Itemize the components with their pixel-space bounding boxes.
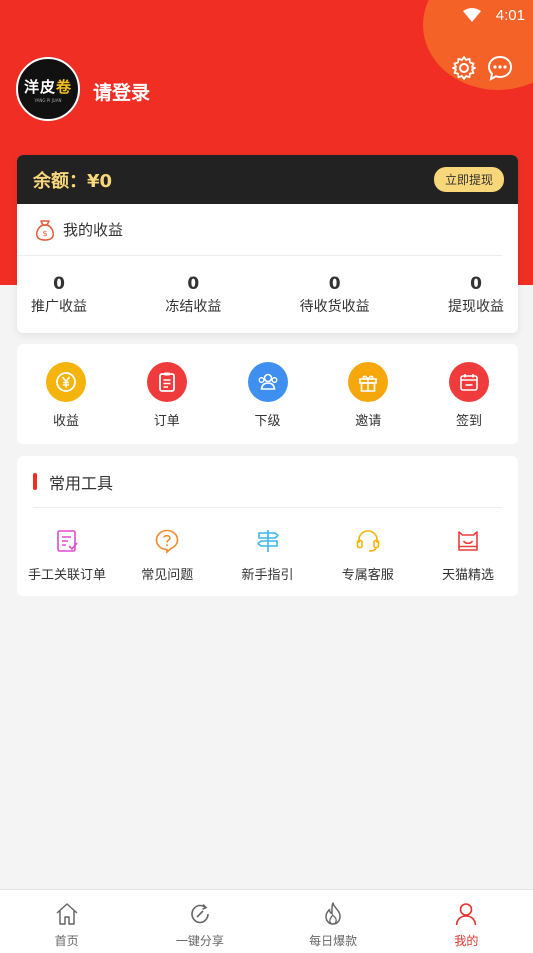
status-time: 4:01 [495,7,525,24]
stat-promotion[interactable]: 0 推广收益 [31,274,87,316]
tab-label: 每日爆款 [309,934,358,948]
quick-item-label: 收益 [52,414,79,429]
yen-coin-icon [46,362,86,402]
tab-label: 一键分享 [175,934,224,948]
question-bubble-icon [155,529,179,554]
quick-item-subordinates[interactable]: 下级 [233,362,303,444]
stat-value: 0 [328,274,341,294]
bottom-tab-bar: 首页 一键分享 每日爆款 我的 [0,889,533,953]
home-icon [56,903,78,925]
tool-link-order[interactable]: 手工关联订单 [17,528,117,583]
status-bar: 4:01 [0,0,533,32]
svg-text:$: $ [42,229,47,238]
quick-item-invite[interactable]: 邀请 [333,362,403,444]
avatar-logo-sub: YANG PI JUAN [34,97,62,103]
quick-item-label: 签到 [455,414,482,429]
quick-item-label: 订单 [153,414,180,429]
stat-value: 0 [470,274,482,294]
stat-pending-receipt[interactable]: 0 待收货收益 [300,274,370,316]
stat-label: 冻结收益 [165,299,222,315]
tab-home[interactable]: 首页 [0,890,133,953]
tools-title: 常用工具 [49,473,114,493]
gift-icon [348,362,389,402]
tool-customer-service[interactable]: 专属客服 [318,528,418,583]
tool-tmall-selection[interactable]: 天猫精选 [418,528,518,583]
tab-daily-hot[interactable]: 每日爆款 [267,890,400,953]
earnings-stats: 0 推广收益 0 冻结收益 0 待收货收益 0 提现收益 [17,256,518,316]
section-accent-bar [33,473,37,490]
quick-item-checkin[interactable]: 签到 [434,362,504,444]
share-icon [191,903,209,924]
tool-beginner-guide[interactable]: 新手指引 [218,528,318,583]
tool-label: 手工关联订单 [27,568,106,583]
balance-amount: 余额：¥0 [33,170,113,192]
tab-mine[interactable]: 我的 [400,890,533,953]
wifi-icon [463,8,481,22]
stat-frozen[interactable]: 0 冻结收益 [165,274,221,316]
withdraw-button[interactable]: 立即提现 [433,167,504,192]
tool-faq[interactable]: 常见问题 [117,528,217,583]
settings-gear-icon[interactable] [451,55,477,81]
stat-value: 0 [187,274,200,294]
headset-icon [356,530,380,552]
stat-withdrawn[interactable]: 0 提现收益 [448,274,504,316]
tmall-icon [458,531,478,551]
tool-label: 专属客服 [341,568,394,583]
tool-label: 新手指引 [241,568,294,583]
money-bag-icon: $ [36,219,54,241]
quick-item-label: 邀请 [355,414,382,429]
stat-value: 0 [53,274,65,294]
login-link[interactable]: 请登录 [93,78,150,105]
stat-label: 待收货收益 [299,299,370,315]
calendar-icon [449,362,489,402]
tool-label: 天猫精选 [441,568,494,583]
tools-row: 手工关联订单 常见问题 新手指引 专属客服 天猫精选 [17,508,518,583]
stat-label: 提现收益 [447,299,504,315]
flame-icon [325,902,341,925]
stat-label: 推广收益 [31,299,87,315]
link-order-icon [57,530,78,552]
quick-item-earnings[interactable]: 收益 [31,362,101,444]
message-bubble-icon[interactable] [487,55,513,81]
tab-label: 我的 [454,934,479,948]
tab-label: 首页 [54,934,79,948]
tab-share[interactable]: 一键分享 [133,890,266,953]
my-earnings-header[interactable]: $ 我的收益 [17,204,502,256]
tools-header: 常用工具 [33,456,502,508]
quick-item-label: 下级 [254,414,281,429]
team-icon [247,362,288,402]
avatar[interactable]: 洋皮卷 YANG PI JUAN [16,57,80,121]
clipboard-icon [146,362,187,402]
quick-menu: 收益 订单 下级 邀请 签到 [17,344,518,444]
earnings-card: 余额：¥0 立即提现 $ 我的收益 0 推广收益 0 冻结收益 0 待收货收益 … [17,155,518,333]
quick-item-orders[interactable]: 订单 [132,362,202,444]
tool-label: 常见问题 [141,568,194,583]
avatar-logo: 洋皮卷 [23,77,73,96]
signpost-icon [256,530,279,552]
my-earnings-title: 我的收益 [63,221,124,239]
user-icon [456,903,477,926]
balance-bar: 余额：¥0 立即提现 [17,155,518,204]
common-tools-panel: 常用工具 手工关联订单 常见问题 新手指引 专属客服 天猫精选 [17,456,518,596]
